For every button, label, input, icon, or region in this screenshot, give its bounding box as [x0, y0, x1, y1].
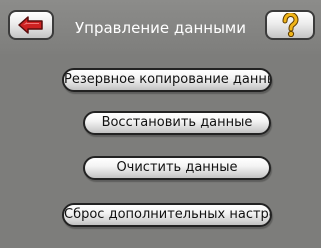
data-management-menu: Резервное копирование данных Восстановит…: [0, 0, 321, 248]
clear-data-label: Очистить данные: [116, 160, 238, 175]
restore-data-button[interactable]: Восстановить данные: [83, 111, 271, 135]
backup-data-label: Резервное копирование данных: [64, 72, 272, 87]
reset-advanced-settings-label: Сброс дополнительных настроек: [64, 207, 272, 222]
restore-data-label: Восстановить данные: [101, 115, 253, 130]
clear-data-button[interactable]: Очистить данные: [83, 156, 271, 180]
reset-advanced-settings-button[interactable]: Сброс дополнительных настроек: [62, 203, 272, 227]
backup-data-button[interactable]: Резервное копирование данных: [62, 68, 272, 92]
